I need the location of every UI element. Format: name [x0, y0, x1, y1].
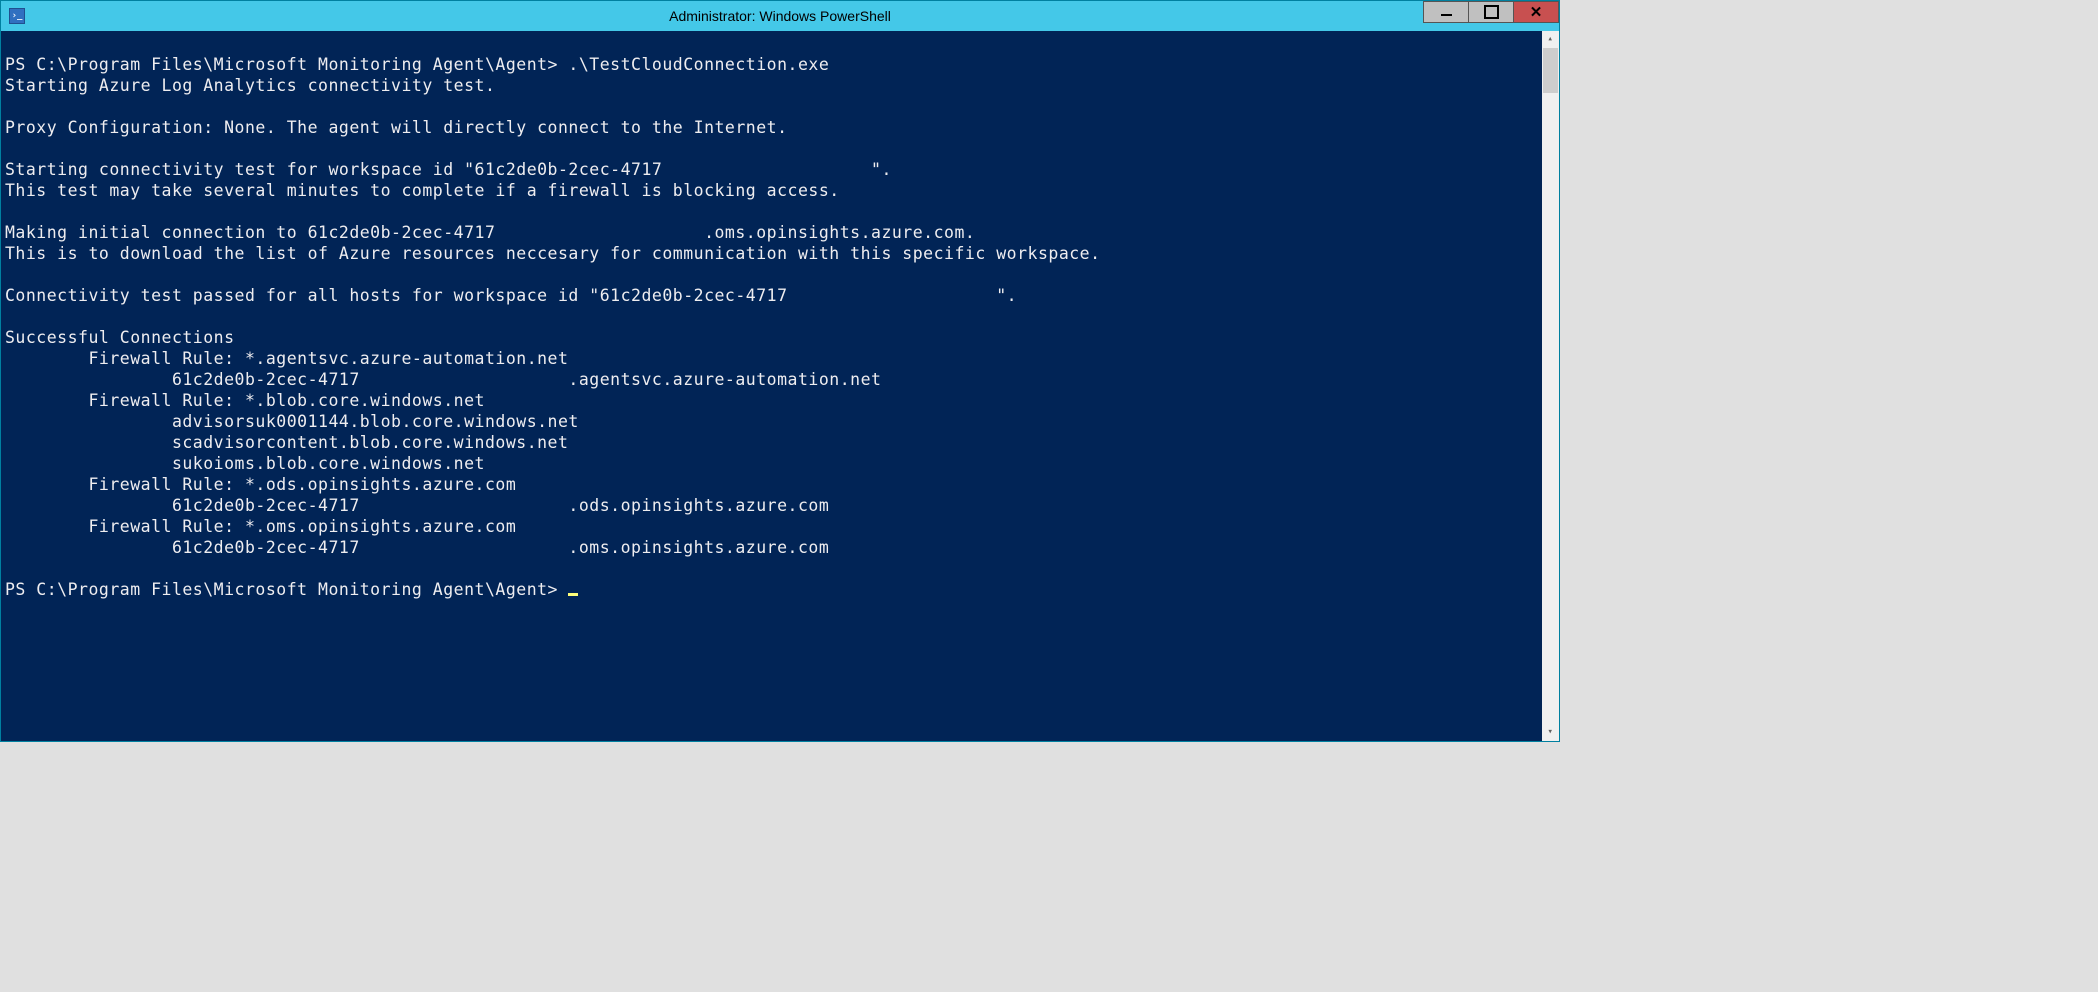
terminal-line: Successful Connections	[5, 327, 1555, 348]
terminal-blank	[5, 138, 1555, 159]
terminal-line: Firewall Rule: *.ods.opinsights.azure.co…	[5, 474, 1555, 495]
scroll-down-button[interactable]: ▾	[1542, 724, 1559, 741]
terminal-line: sukoioms.blob.core.windows.net	[5, 453, 1555, 474]
terminal-blank	[5, 306, 1555, 327]
terminal-line: scadvisorcontent.blob.core.windows.net	[5, 432, 1555, 453]
terminal-line: Firewall Rule: *.blob.core.windows.net	[5, 390, 1555, 411]
maximize-button[interactable]	[1468, 1, 1514, 23]
powershell-window: Administrator: Windows PowerShell ✕ PS C…	[0, 0, 1560, 742]
terminal-line: Starting Azure Log Analytics connectivit…	[5, 75, 1555, 96]
terminal-line: Making initial connection to 61c2de0b-2c…	[5, 222, 1555, 243]
titlebar[interactable]: Administrator: Windows PowerShell ✕	[1, 1, 1559, 31]
scroll-thumb[interactable]	[1543, 48, 1558, 93]
terminal-line: This test may take several minutes to co…	[5, 180, 1555, 201]
terminal-line: 61c2de0b-2cec-4717 .ods.opinsights.azure…	[5, 495, 1555, 516]
minimize-button[interactable]	[1423, 1, 1469, 23]
terminal-line: 61c2de0b-2cec-4717 .agentsvc.azure-autom…	[5, 369, 1555, 390]
window-title: Administrator: Windows PowerShell	[669, 8, 891, 24]
terminal-line: Starting connectivity test for workspace…	[5, 159, 1555, 180]
terminal-prompt: PS C:\Program Files\Microsoft Monitoring…	[5, 580, 568, 599]
terminal-line: Connectivity test passed for all hosts f…	[5, 285, 1555, 306]
terminal-blank	[5, 201, 1555, 222]
terminal-blank	[5, 96, 1555, 117]
scrollbar[interactable]: ▴ ▾	[1542, 31, 1559, 741]
terminal-blank	[5, 264, 1555, 285]
powershell-icon	[9, 8, 25, 24]
terminal-line: PS C:\Program Files\Microsoft Monitoring…	[5, 54, 1555, 75]
terminal-blank	[5, 558, 1555, 579]
window-controls: ✕	[1424, 1, 1559, 23]
terminal-line: Proxy Configuration: None. The agent wil…	[5, 117, 1555, 138]
scroll-up-button[interactable]: ▴	[1542, 31, 1559, 48]
close-button[interactable]: ✕	[1513, 1, 1559, 23]
terminal-line: Firewall Rule: *.oms.opinsights.azure.co…	[5, 516, 1555, 537]
terminal-line: advisorsuk0001144.blob.core.windows.net	[5, 411, 1555, 432]
terminal-line: This is to download the list of Azure re…	[5, 243, 1555, 264]
cursor	[568, 593, 578, 596]
terminal-line: 61c2de0b-2cec-4717 .oms.opinsights.azure…	[5, 537, 1555, 558]
terminal-content[interactable]: PS C:\Program Files\Microsoft Monitoring…	[1, 31, 1559, 741]
terminal-line: Firewall Rule: *.agentsvc.azure-automati…	[5, 348, 1555, 369]
